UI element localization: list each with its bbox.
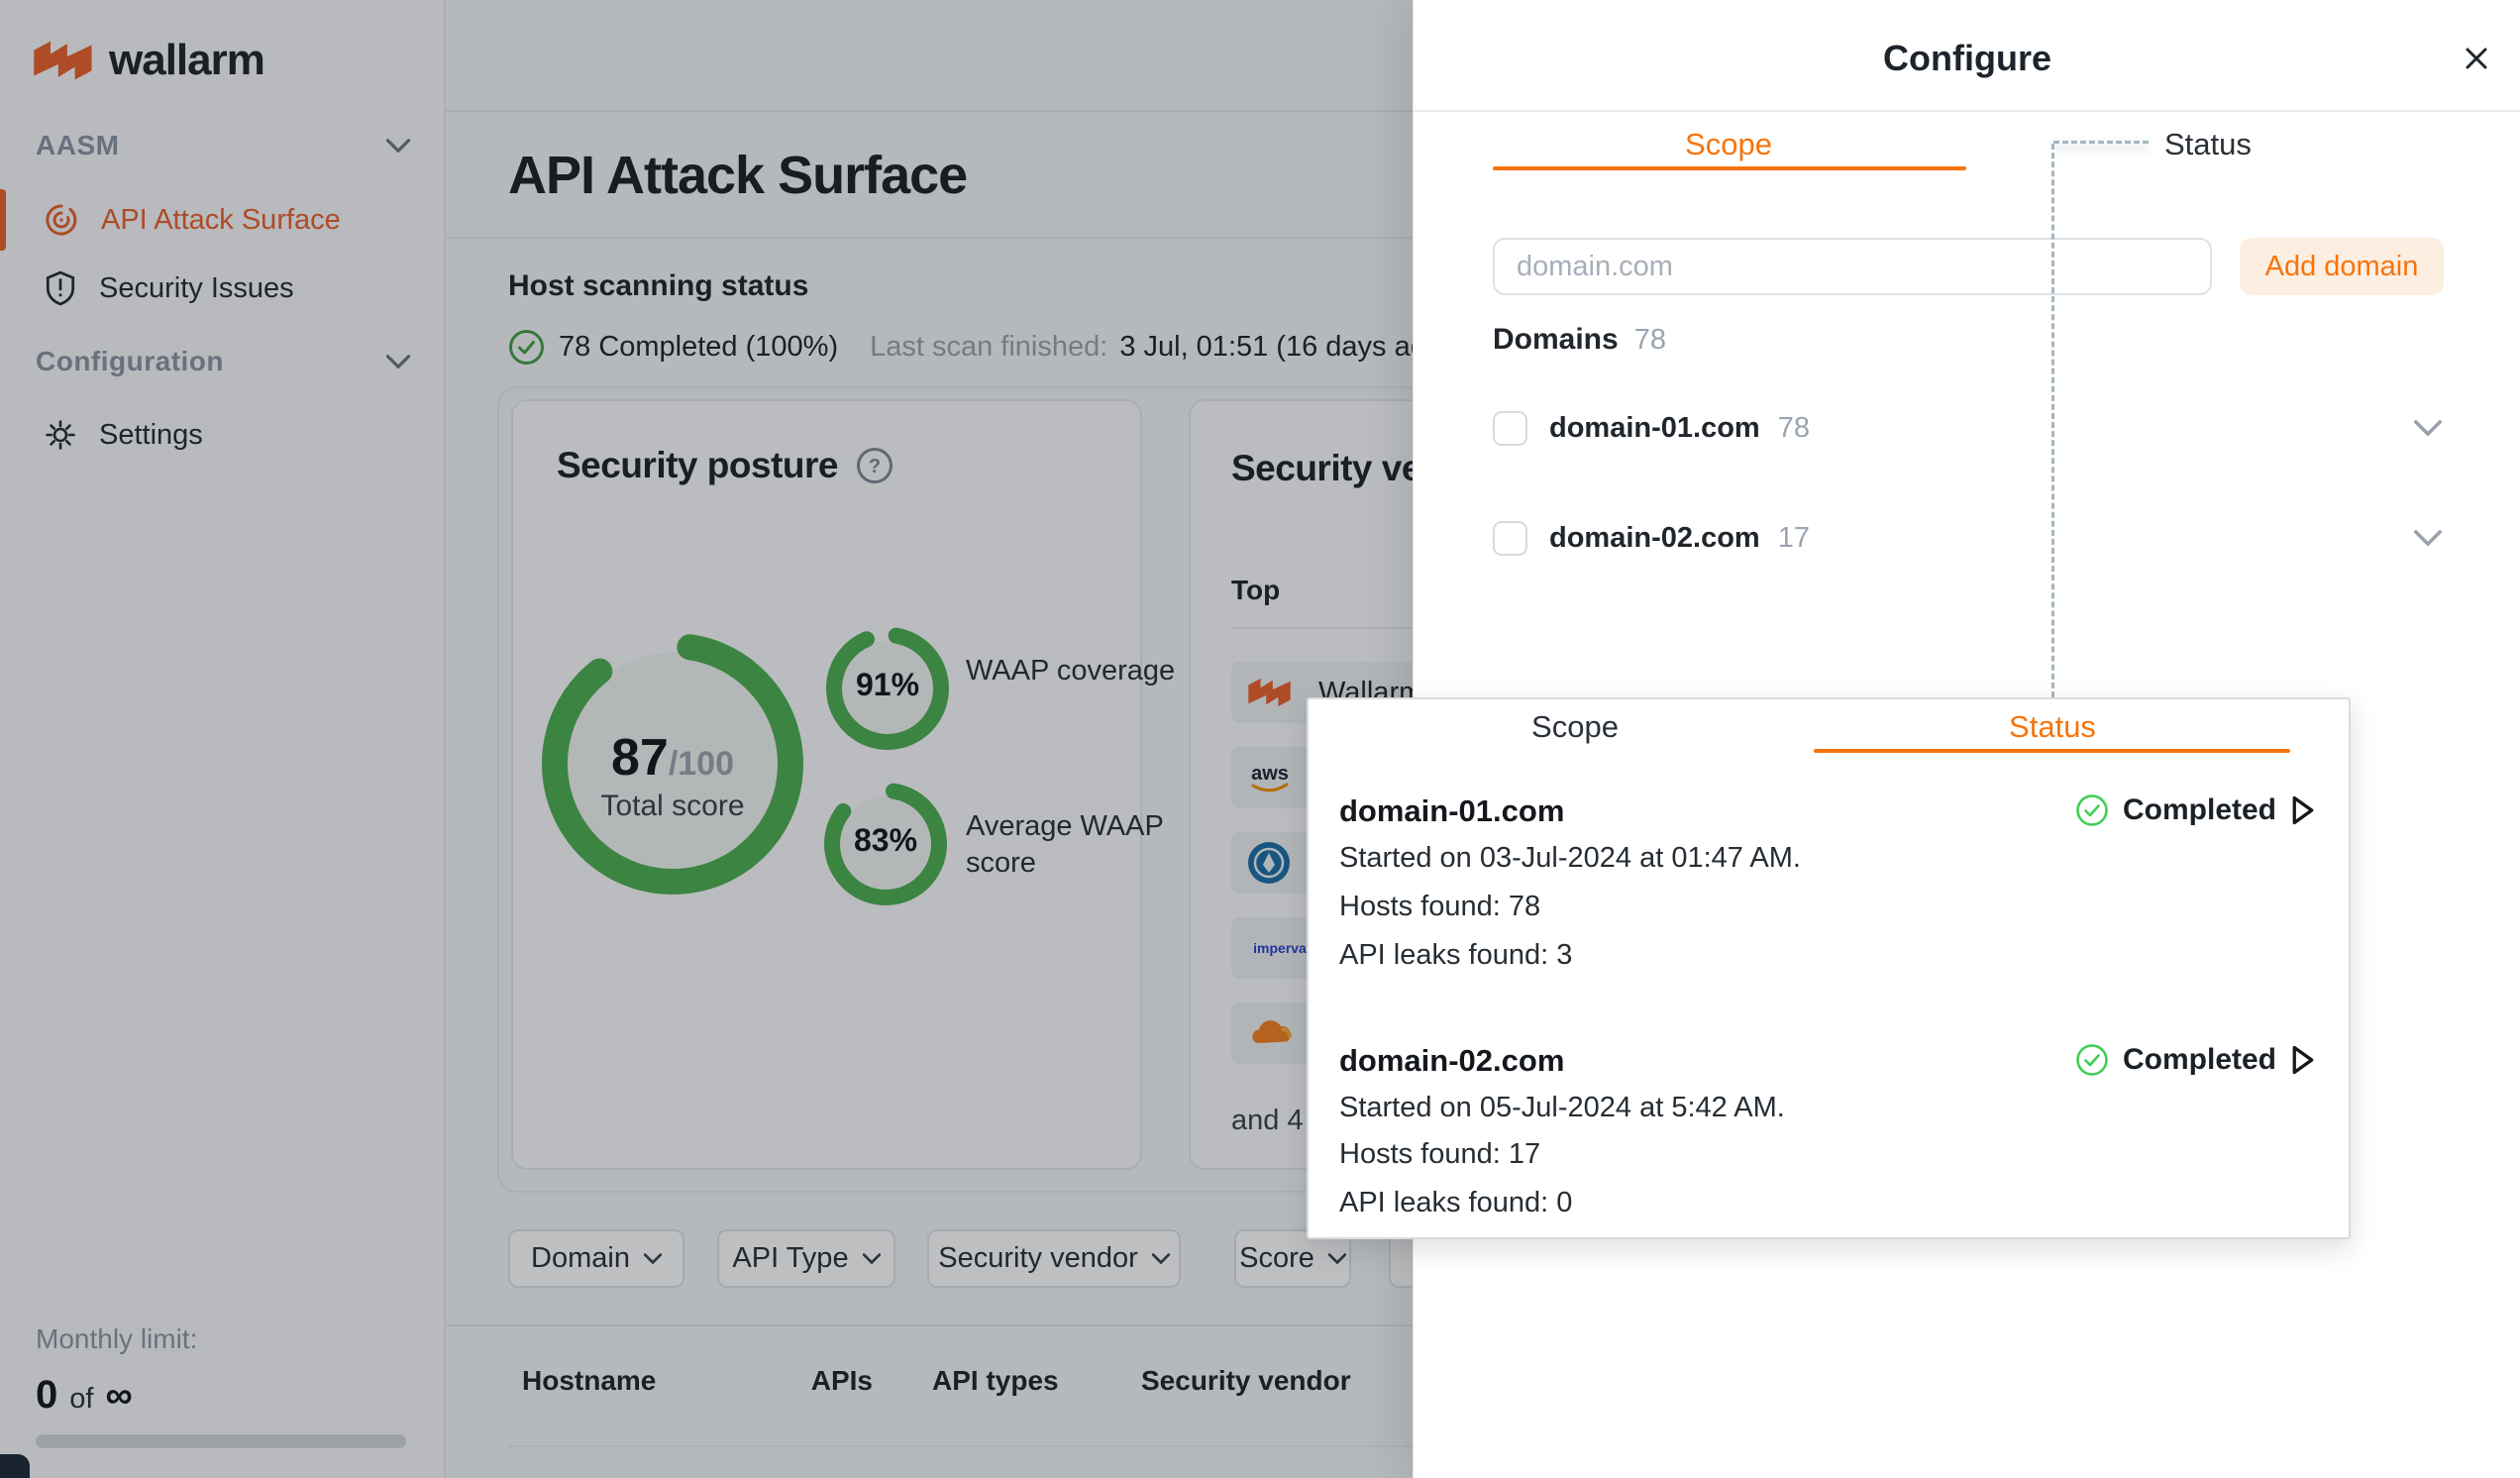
popup-status-1: Completed xyxy=(2075,793,2316,827)
drawer-tab-scope-underline xyxy=(1493,166,1966,170)
domains-total-count: 78 xyxy=(1634,324,1666,357)
drawer-tab-scope[interactable]: Scope xyxy=(1649,127,1808,162)
chevron-down-icon[interactable] xyxy=(2414,420,2442,436)
popup-status-2: Completed xyxy=(2075,1043,2316,1077)
domain-row-2: domain-02.com 17 xyxy=(1493,504,2442,572)
annotation-connector-vertical xyxy=(2051,144,2054,697)
close-icon[interactable] xyxy=(2460,42,2493,75)
domain-2-checkbox[interactable] xyxy=(1493,521,1527,556)
check-circle-icon xyxy=(2075,1043,2109,1077)
popup-hosts-1: Hosts found: 78 xyxy=(1339,891,1540,923)
check-circle-icon xyxy=(2075,793,2109,827)
app-screen: wallarm AASM API Attack Surface xyxy=(0,0,2520,1478)
domain-1-checkbox[interactable] xyxy=(1493,411,1527,446)
run-scan-icon[interactable] xyxy=(2290,1045,2316,1075)
status-popup: Scope Status domain-01.com Completed Sta… xyxy=(1307,697,2351,1239)
popup-leaks-2: API leaks found: 0 xyxy=(1339,1187,1572,1219)
run-scan-icon[interactable] xyxy=(2290,795,2316,825)
popup-started-1: Started on 03-Jul-2024 at 01:47 AM. xyxy=(1339,842,1801,875)
popup-tab-status[interactable]: Status xyxy=(1973,709,2132,745)
drawer-tab-status[interactable]: Status xyxy=(2164,127,2252,162)
domain-input[interactable] xyxy=(1493,238,2212,295)
domain-row-1: domain-01.com 78 xyxy=(1493,394,2442,462)
drawer-title: Configure xyxy=(1414,38,2520,79)
popup-leaks-1: API leaks found: 3 xyxy=(1339,939,1572,972)
popup-hosts-2: Hosts found: 17 xyxy=(1339,1138,1540,1171)
domains-heading: Domains 78 xyxy=(1493,323,1666,357)
popup-domain-1: domain-01.com xyxy=(1339,793,1564,829)
popup-tab-status-underline xyxy=(1814,749,2290,753)
chevron-down-icon[interactable] xyxy=(2414,530,2442,546)
popup-domain-2: domain-02.com xyxy=(1339,1043,1564,1079)
drawer-header-divider xyxy=(1414,110,2520,112)
add-domain-button[interactable]: Add domain xyxy=(2240,238,2444,295)
popup-started-2: Started on 05-Jul-2024 at 5:42 AM. xyxy=(1339,1092,1785,1124)
popup-tab-scope[interactable]: Scope xyxy=(1496,709,1654,745)
annotation-connector-horizontal xyxy=(2053,141,2149,144)
